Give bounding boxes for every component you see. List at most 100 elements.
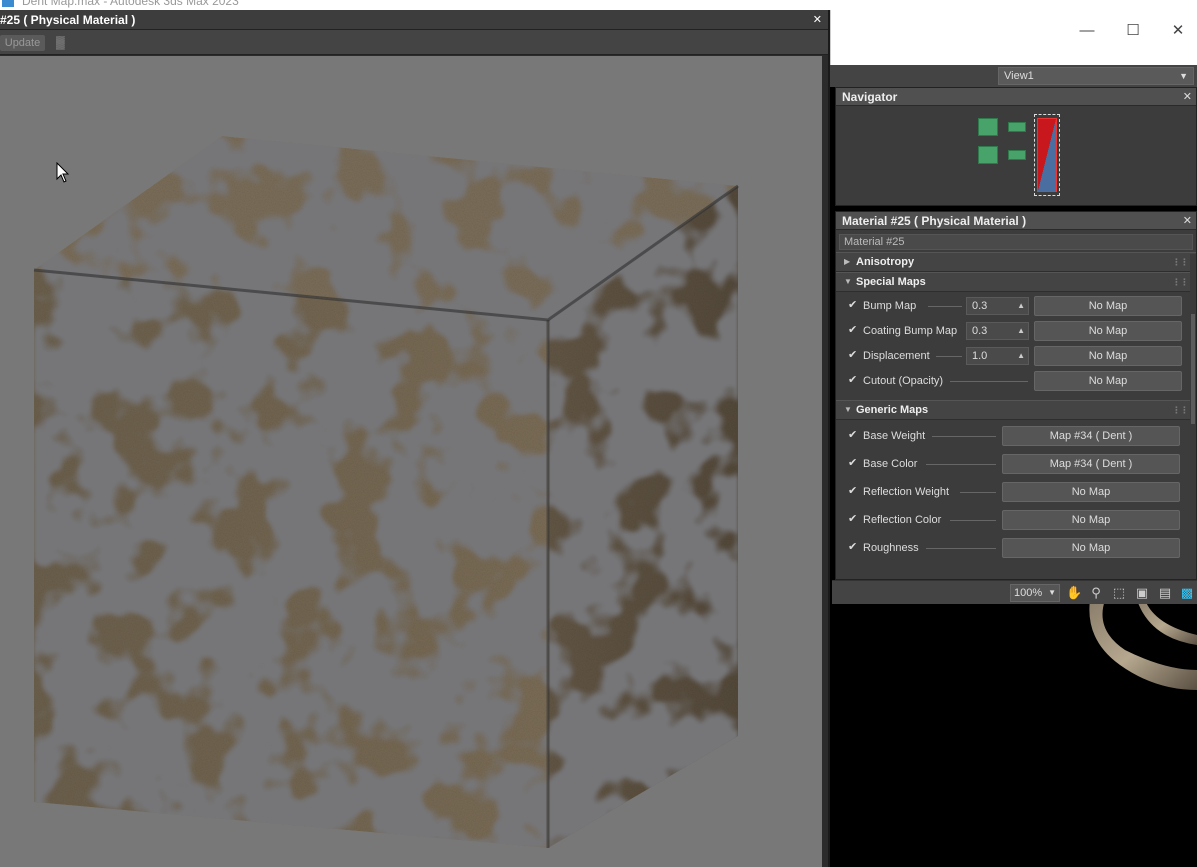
- frame-icon[interactable]: ▣: [1134, 585, 1150, 601]
- base-color-map-button[interactable]: Map #34 ( Dent ): [1002, 454, 1180, 474]
- checkbox-checked-icon[interactable]: ✔: [848, 300, 859, 311]
- navigator-view[interactable]: [836, 106, 1196, 204]
- highlight-icon[interactable]: ▩: [1179, 585, 1195, 601]
- fit-icon[interactable]: ▤: [1157, 585, 1173, 601]
- checkbox-checked-icon[interactable]: ✔: [848, 542, 859, 553]
- checkbox-checked-icon[interactable]: ✔: [848, 325, 859, 336]
- spinner-value: 0.3: [972, 300, 988, 312]
- coating-bump-map-button[interactable]: No Map: [1034, 321, 1182, 341]
- material-name-field[interactable]: Material #25: [839, 234, 1193, 250]
- mouse-cursor-icon: [56, 162, 70, 183]
- zoom-value: 100%: [1014, 587, 1043, 599]
- close-icon[interactable]: ✕: [1183, 88, 1192, 106]
- roughness-map-button[interactable]: No Map: [1002, 538, 1180, 558]
- param-row-reflection-color: ✔ Reflection Color No Map: [836, 508, 1196, 536]
- reflection-weight-map-button[interactable]: No Map: [1002, 482, 1180, 502]
- divider: [936, 356, 962, 357]
- lock-icon[interactable]: ▓: [56, 35, 65, 49]
- reflection-color-map-button[interactable]: No Map: [1002, 510, 1180, 530]
- param-label: Displacement: [863, 350, 930, 362]
- rollout-anisotropy[interactable]: ▶ Anisotropy ⋮⋮: [836, 252, 1196, 272]
- zoom-region-icon[interactable]: ⬚: [1111, 585, 1127, 601]
- param-row-displacement: ✔ Displacement 1.0 ▲ No Map: [836, 344, 1196, 369]
- rollout-generic-maps[interactable]: ▼ Generic Maps ⋮⋮: [836, 400, 1196, 420]
- close-icon[interactable]: ✕: [1183, 212, 1192, 230]
- app-title: Dent Map.max - Autodesk 3ds Max 2023: [22, 0, 239, 8]
- param-row-cutout: ✔ Cutout (Opacity) No Map: [836, 369, 1196, 394]
- param-row-bump-map: ✔ Bump Map 0.3 ▲ No Map: [836, 294, 1196, 319]
- param-row-base-weight: ✔ Base Weight Map #34 ( Dent ): [836, 424, 1196, 452]
- preview-canvas[interactable]: [0, 56, 822, 867]
- torus-shape: [1089, 600, 1197, 690]
- checkbox-checked-icon[interactable]: ✔: [848, 375, 859, 386]
- param-label: Roughness: [863, 542, 919, 554]
- displacement-map-button[interactable]: No Map: [1034, 346, 1182, 366]
- param-label: Base Weight: [863, 430, 926, 442]
- triangle-down-icon: ▼: [844, 277, 852, 286]
- material-node-thumb: [1037, 118, 1057, 192]
- preview-title: #25 ( Physical Material ): [0, 13, 136, 27]
- checkbox-checked-icon[interactable]: ✔: [848, 486, 859, 497]
- checkbox-checked-icon[interactable]: ✔: [848, 514, 859, 525]
- zoom-icon[interactable]: ⚲: [1088, 585, 1104, 601]
- rollout-label: Special Maps: [856, 276, 926, 288]
- scrollbar[interactable]: [1190, 254, 1196, 579]
- preview-cube: [33, 136, 739, 848]
- spinner-arrows-icon[interactable]: ▲: [1017, 298, 1025, 314]
- divider: [928, 306, 962, 307]
- triangle-right-icon: ▶: [844, 257, 851, 266]
- param-row-reflection-weight: ✔ Reflection Weight No Map: [836, 480, 1196, 508]
- close-icon[interactable]: ✕: [1164, 22, 1192, 40]
- bump-amount-spinner[interactable]: 0.3 ▲: [966, 297, 1029, 315]
- grip-icon: ⋮⋮: [1172, 257, 1189, 267]
- chevron-down-icon: ▼: [1048, 588, 1056, 597]
- spinner-value: 1.0: [972, 350, 988, 362]
- param-label: Coating Bump Map: [863, 325, 958, 337]
- zoom-select[interactable]: 100% ▼: [1010, 584, 1060, 602]
- grip-icon: ⋮⋮: [1172, 277, 1189, 287]
- app-title-bar: Dent Map.max - Autodesk 3ds Max 2023: [0, 0, 1197, 10]
- node-thumb: [1008, 122, 1026, 132]
- checkbox-checked-icon[interactable]: ✔: [848, 430, 859, 441]
- divider: [926, 464, 996, 465]
- param-label: Reflection Color: [863, 514, 942, 526]
- triangle-down-icon: ▼: [844, 405, 852, 414]
- node-thumb: [978, 146, 998, 164]
- view-select[interactable]: View1 ▼: [998, 67, 1194, 85]
- rollout-special-maps[interactable]: ▼ Special Maps ⋮⋮: [836, 272, 1196, 292]
- spinner-arrows-icon[interactable]: ▲: [1017, 323, 1025, 339]
- hand-pan-icon[interactable]: ✋: [1066, 585, 1082, 601]
- checkbox-checked-icon[interactable]: ✔: [848, 350, 859, 361]
- maximize-icon[interactable]: ☐: [1119, 22, 1147, 40]
- navigator-panel: Navigator ✕: [835, 87, 1197, 206]
- checkbox-checked-icon[interactable]: ✔: [848, 458, 859, 469]
- base-weight-map-button[interactable]: Map #34 ( Dent ): [1002, 426, 1180, 446]
- node-thumb: [1008, 150, 1026, 160]
- view-select-value: View1: [1004, 70, 1034, 82]
- close-icon[interactable]: ✕: [813, 10, 822, 30]
- bump-map-button[interactable]: No Map: [1034, 296, 1182, 316]
- update-button[interactable]: Update: [0, 35, 45, 51]
- view-toolbar: 100% ▼ ✋ ⚲ ⬚ ▣ ▤ ▩: [832, 580, 1197, 604]
- material-params-header: Material #25 ( Physical Material ) ✕: [836, 212, 1196, 230]
- divider: [932, 436, 996, 437]
- rollout-label: Anisotropy: [856, 256, 915, 268]
- rollout-label: Generic Maps: [856, 404, 929, 416]
- divider: [950, 381, 1028, 382]
- param-label: Bump Map: [863, 300, 917, 312]
- node-thumb: [978, 118, 998, 136]
- spinner-arrows-icon[interactable]: ▲: [1017, 348, 1025, 364]
- cutout-map-button[interactable]: No Map: [1034, 371, 1182, 391]
- preview-title-bar: #25 ( Physical Material ) ✕: [0, 10, 828, 30]
- spinner-value: 0.3: [972, 325, 988, 337]
- scrollbar-thumb[interactable]: [1191, 314, 1195, 424]
- slate-title-bar: — ☐ ✕: [830, 10, 1197, 65]
- displacement-spinner[interactable]: 1.0 ▲: [966, 347, 1029, 365]
- divider: [960, 492, 996, 493]
- material-params-panel: Material #25 ( Physical Material ) ✕ Mat…: [835, 211, 1197, 580]
- param-row-base-color: ✔ Base Color Map #34 ( Dent ): [836, 452, 1196, 480]
- minimize-icon[interactable]: —: [1073, 22, 1101, 40]
- app-icon: [2, 0, 14, 7]
- material-preview-window: #25 ( Physical Material ) ✕ Update ▓: [0, 10, 830, 867]
- coating-bump-spinner[interactable]: 0.3 ▲: [966, 322, 1029, 340]
